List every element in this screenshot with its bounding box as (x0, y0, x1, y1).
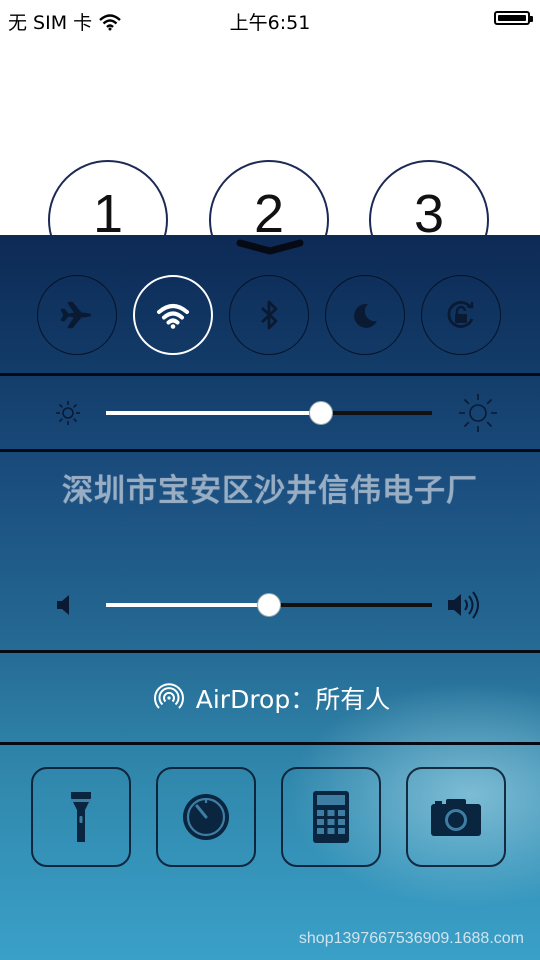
speaker-icon (57, 595, 69, 615)
volume-track[interactable] (106, 593, 432, 617)
keypad: 1 2 3 (0, 160, 540, 280)
sun-small-icon (56, 401, 80, 425)
watermark-text: 深圳市宝安区沙井信伟电子厂 (62, 473, 478, 509)
bluetooth-icon (261, 300, 278, 330)
calculator-icon (313, 791, 349, 843)
status-time: 上午6:51 (229, 12, 311, 34)
bluetooth-toggle[interactable] (229, 275, 309, 355)
moon-icon (354, 303, 377, 328)
airdrop-button[interactable]: AirDrop：所有人 (0, 653, 540, 743)
divider (0, 449, 540, 452)
wifi-icon (157, 304, 189, 329)
toggle-row (0, 275, 540, 357)
sun-large-icon (459, 394, 497, 432)
divider (0, 742, 540, 745)
brightness-track[interactable] (106, 401, 432, 425)
speaker-loud-icon (448, 591, 479, 619)
flashlight-button[interactable] (31, 767, 131, 867)
volume-fill (106, 603, 269, 607)
brightness-thumb[interactable] (309, 401, 334, 425)
airdrop-icon (153, 683, 184, 709)
timer-icon (183, 794, 229, 840)
timer-button[interactable] (156, 767, 256, 867)
battery-icon (494, 11, 533, 25)
rotation-lock-toggle[interactable] (421, 275, 501, 355)
calculator-button[interactable] (281, 767, 381, 867)
brightness-fill (106, 411, 322, 415)
volume-slider-row (0, 585, 540, 625)
airplane-icon (60, 301, 91, 329)
brightness-slider-row (0, 393, 540, 433)
airplane-mode-toggle[interactable] (37, 275, 117, 355)
wifi-toggle[interactable] (133, 275, 213, 355)
volume-thumb[interactable] (257, 593, 281, 617)
camera-icon (431, 799, 481, 836)
shop-watermark: shop1397667536909.1688.com (298, 930, 524, 947)
airdrop-label: AirDrop：所有人 (195, 685, 391, 714)
do-not-disturb-toggle[interactable] (325, 275, 405, 355)
camera-button[interactable] (406, 767, 506, 867)
chevron-down-icon[interactable] (236, 239, 304, 255)
divider (0, 373, 540, 376)
flashlight-icon (71, 792, 91, 842)
rotation-lock-icon (447, 301, 474, 328)
control-center: 深圳市宝安区沙井信伟电子厂 AirDrop：所有人 shop1397667536… (0, 235, 540, 960)
tool-row (0, 767, 540, 867)
status-bar: 无 SIM 卡 上午6:51 (0, 0, 540, 40)
